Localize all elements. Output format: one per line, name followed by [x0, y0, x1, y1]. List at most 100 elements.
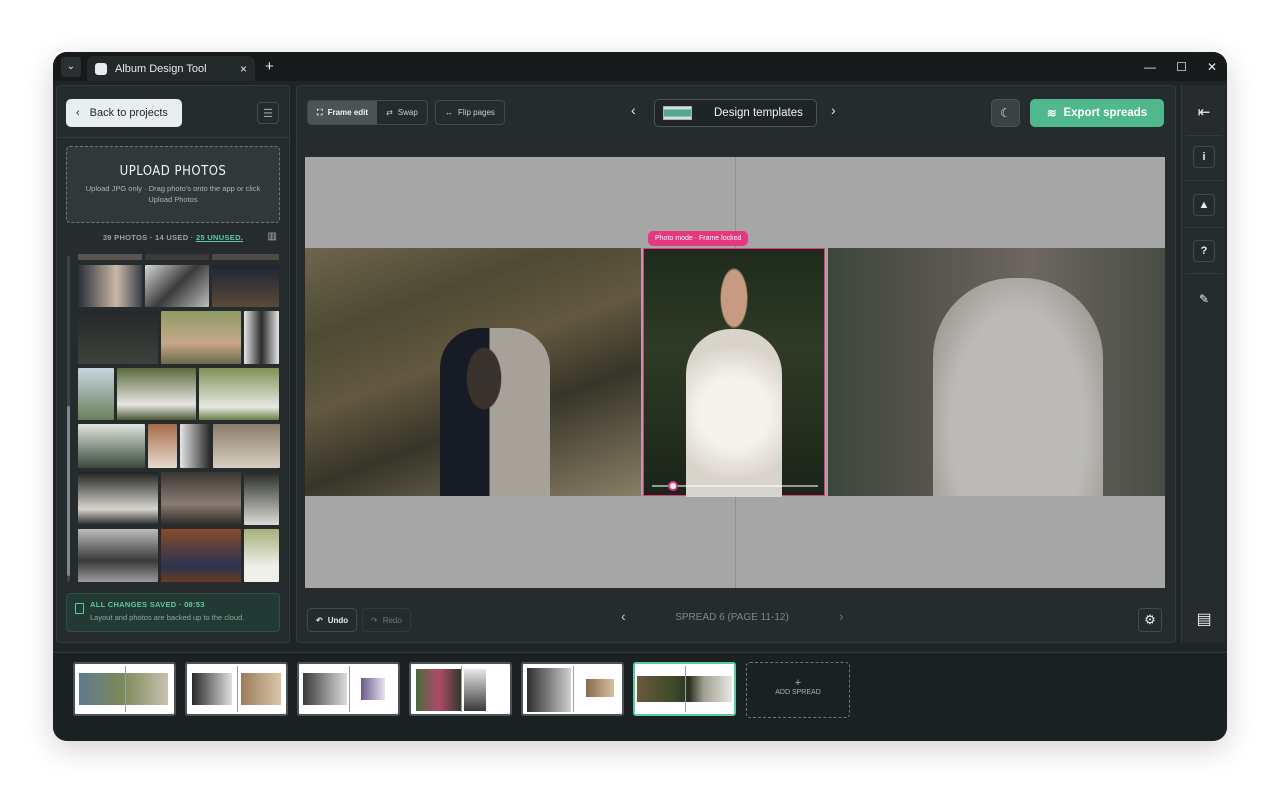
gallery-photo[interactable]	[212, 254, 279, 260]
gallery-photo[interactable]	[148, 424, 177, 468]
unused-filter-link[interactable]: 25 UNUSED.	[196, 233, 243, 242]
divider	[1186, 227, 1222, 228]
filter-icon[interactable]: ☰	[257, 102, 279, 124]
left-page-photo[interactable]	[305, 248, 641, 496]
gallery-photo[interactable]	[78, 424, 145, 468]
gallery-photo[interactable]	[145, 265, 209, 307]
feedback-icon[interactable]: ✎	[1190, 285, 1218, 313]
thumbnail-fold	[460, 666, 462, 712]
gallery-photo[interactable]	[244, 472, 279, 525]
frame-edit-label: Frame edit	[327, 108, 369, 117]
undo-label: Undo	[327, 615, 349, 625]
gallery-photo[interactable]	[117, 368, 196, 420]
thumbnail-image	[192, 673, 232, 705]
back-to-projects-button[interactable]: ‹ Back to projects	[66, 99, 182, 127]
gallery-photo[interactable]	[161, 311, 241, 364]
swap-label: Swap	[397, 108, 418, 117]
flip-pages-button[interactable]: ↔ Flip pages	[435, 100, 505, 125]
gallery-photo[interactable]	[78, 368, 114, 420]
tab-close-icon[interactable]: ×	[240, 62, 247, 76]
design-templates-selector[interactable]: Design templates	[654, 99, 817, 127]
settings-icon[interactable]: ⚙	[1138, 608, 1162, 632]
close-window-button[interactable]: ✕	[1207, 60, 1217, 74]
gallery-photo[interactable]	[78, 254, 142, 260]
undo-button[interactable]: ↶ Undo	[307, 608, 358, 632]
add-spread-button[interactable]: + ADD SPREAD	[746, 662, 850, 718]
gallery-photo[interactable]	[78, 472, 158, 525]
image-icon[interactable]: ▲	[1193, 194, 1215, 216]
window-menu-button[interactable]: ⌄	[61, 56, 81, 77]
thumbnail-image	[241, 673, 281, 705]
thumbnail-fold	[236, 666, 238, 712]
spread-thumbnail[interactable]	[409, 662, 512, 716]
spread-thumbnail[interactable]	[521, 662, 624, 716]
moon-icon[interactable]: ☾	[991, 99, 1020, 127]
gallery-photo[interactable]	[161, 472, 241, 525]
info-icon[interactable]: i	[1193, 146, 1215, 168]
export-label: Export spreads	[1063, 107, 1148, 119]
gallery-photo[interactable]	[244, 311, 279, 364]
spread-canvas[interactable]: Photo mode · Frame locked	[305, 157, 1165, 588]
template-prev-button[interactable]: ‹	[631, 102, 636, 118]
editor-footer: ↶ Undo ↷ Redo ‹ SPREAD 6 (PAGE 11-12) › …	[297, 596, 1175, 644]
browser-tab[interactable]: Album Design Tool ×	[87, 56, 255, 81]
layers-icon: ≋	[1046, 108, 1057, 120]
thumbnail-fold	[124, 666, 126, 712]
thumbnail-image	[79, 673, 168, 705]
divider	[1186, 135, 1222, 136]
swap-button[interactable]: ⇄ Swap	[377, 101, 427, 124]
export-spreads-button[interactable]: ≋ Export spreads	[1030, 99, 1164, 127]
photo-subject	[933, 278, 1103, 496]
prev-spread-button[interactable]: ‹	[621, 608, 626, 624]
tab-title: Album Design Tool	[115, 62, 207, 75]
gallery-photo[interactable]	[244, 529, 279, 582]
gallery-photo[interactable]	[78, 265, 142, 307]
frame-lock-tag: Photo mode · Frame locked	[648, 231, 749, 246]
gallery-photo[interactable]	[145, 254, 209, 260]
spread-thumbnail-active[interactable]	[633, 662, 736, 716]
grid-icon[interactable]: ▥	[268, 231, 277, 242]
photo-gallery	[66, 254, 282, 584]
right-page-photo[interactable]	[828, 248, 1165, 496]
thumbnail-image	[303, 673, 347, 705]
gallery-photo[interactable]	[78, 311, 158, 364]
flip-icon: ↔	[445, 108, 453, 117]
thumbnail-image	[527, 668, 571, 712]
frame-edit-button[interactable]: ⛶ Frame edit	[308, 101, 378, 124]
gallery-photo[interactable]	[180, 424, 210, 468]
editor-toolbar: ⛶ Frame edit ⇄ Swap ↔ Flip pages ‹ Desig…	[297, 86, 1175, 136]
gallery-scrollbar[interactable]	[67, 256, 70, 582]
save-icon	[75, 603, 84, 614]
thumbnail-fold	[348, 666, 350, 712]
gallery-photo[interactable]	[212, 265, 279, 307]
gallery-photo[interactable]	[78, 529, 158, 582]
thumbnail-fold	[572, 666, 574, 712]
redo-button[interactable]: ↷ Redo	[362, 608, 411, 632]
new-tab-button[interactable]: +	[265, 58, 274, 75]
book-icon[interactable]: ▤	[1190, 605, 1218, 633]
help-icon[interactable]: ?	[1193, 240, 1215, 262]
spread-thumbnail[interactable]	[185, 662, 288, 716]
thumbnail-image	[464, 669, 486, 711]
upload-photos-dropzone[interactable]: UPLOAD PHOTOS Upload JPG only · Drag pho…	[66, 146, 280, 223]
right-tool-rail: ⇤ i ▲ ? ✎ ▤	[1181, 85, 1225, 643]
scrollbar-thumb[interactable]	[67, 406, 70, 576]
save-status: ALL CHANGES SAVED · 08:53 Layout and pho…	[66, 593, 280, 632]
editor-area: ⛶ Frame edit ⇄ Swap ↔ Flip pages ‹ Desig…	[296, 85, 1176, 643]
gallery-photo[interactable]	[161, 529, 241, 582]
app-window: ⌄ Album Design Tool × + — ☐ ✕ ‹ Back to …	[53, 52, 1227, 741]
spread-thumbnail[interactable]	[297, 662, 400, 716]
next-spread-button[interactable]: ›	[839, 608, 844, 624]
spread-thumbnail[interactable]	[73, 662, 176, 716]
spread-filmstrip: + ADD SPREAD	[53, 652, 1227, 741]
gallery-photo[interactable]	[213, 424, 280, 468]
minimize-button[interactable]: —	[1144, 60, 1156, 74]
selected-photo-frame[interactable]	[643, 248, 825, 497]
zoom-slider-handle[interactable]	[668, 481, 678, 491]
collapse-icon[interactable]: ⇤	[1190, 98, 1218, 126]
template-next-button[interactable]: ›	[831, 102, 836, 118]
gallery-photo[interactable]	[199, 368, 279, 420]
maximize-button[interactable]: ☐	[1176, 60, 1187, 74]
stats-text: 39 PHOTOS · 14 USED ·	[102, 233, 196, 242]
photo-sidebar: ‹ Back to projects ☰ UPLOAD PHOTOS Uploa…	[56, 85, 290, 643]
